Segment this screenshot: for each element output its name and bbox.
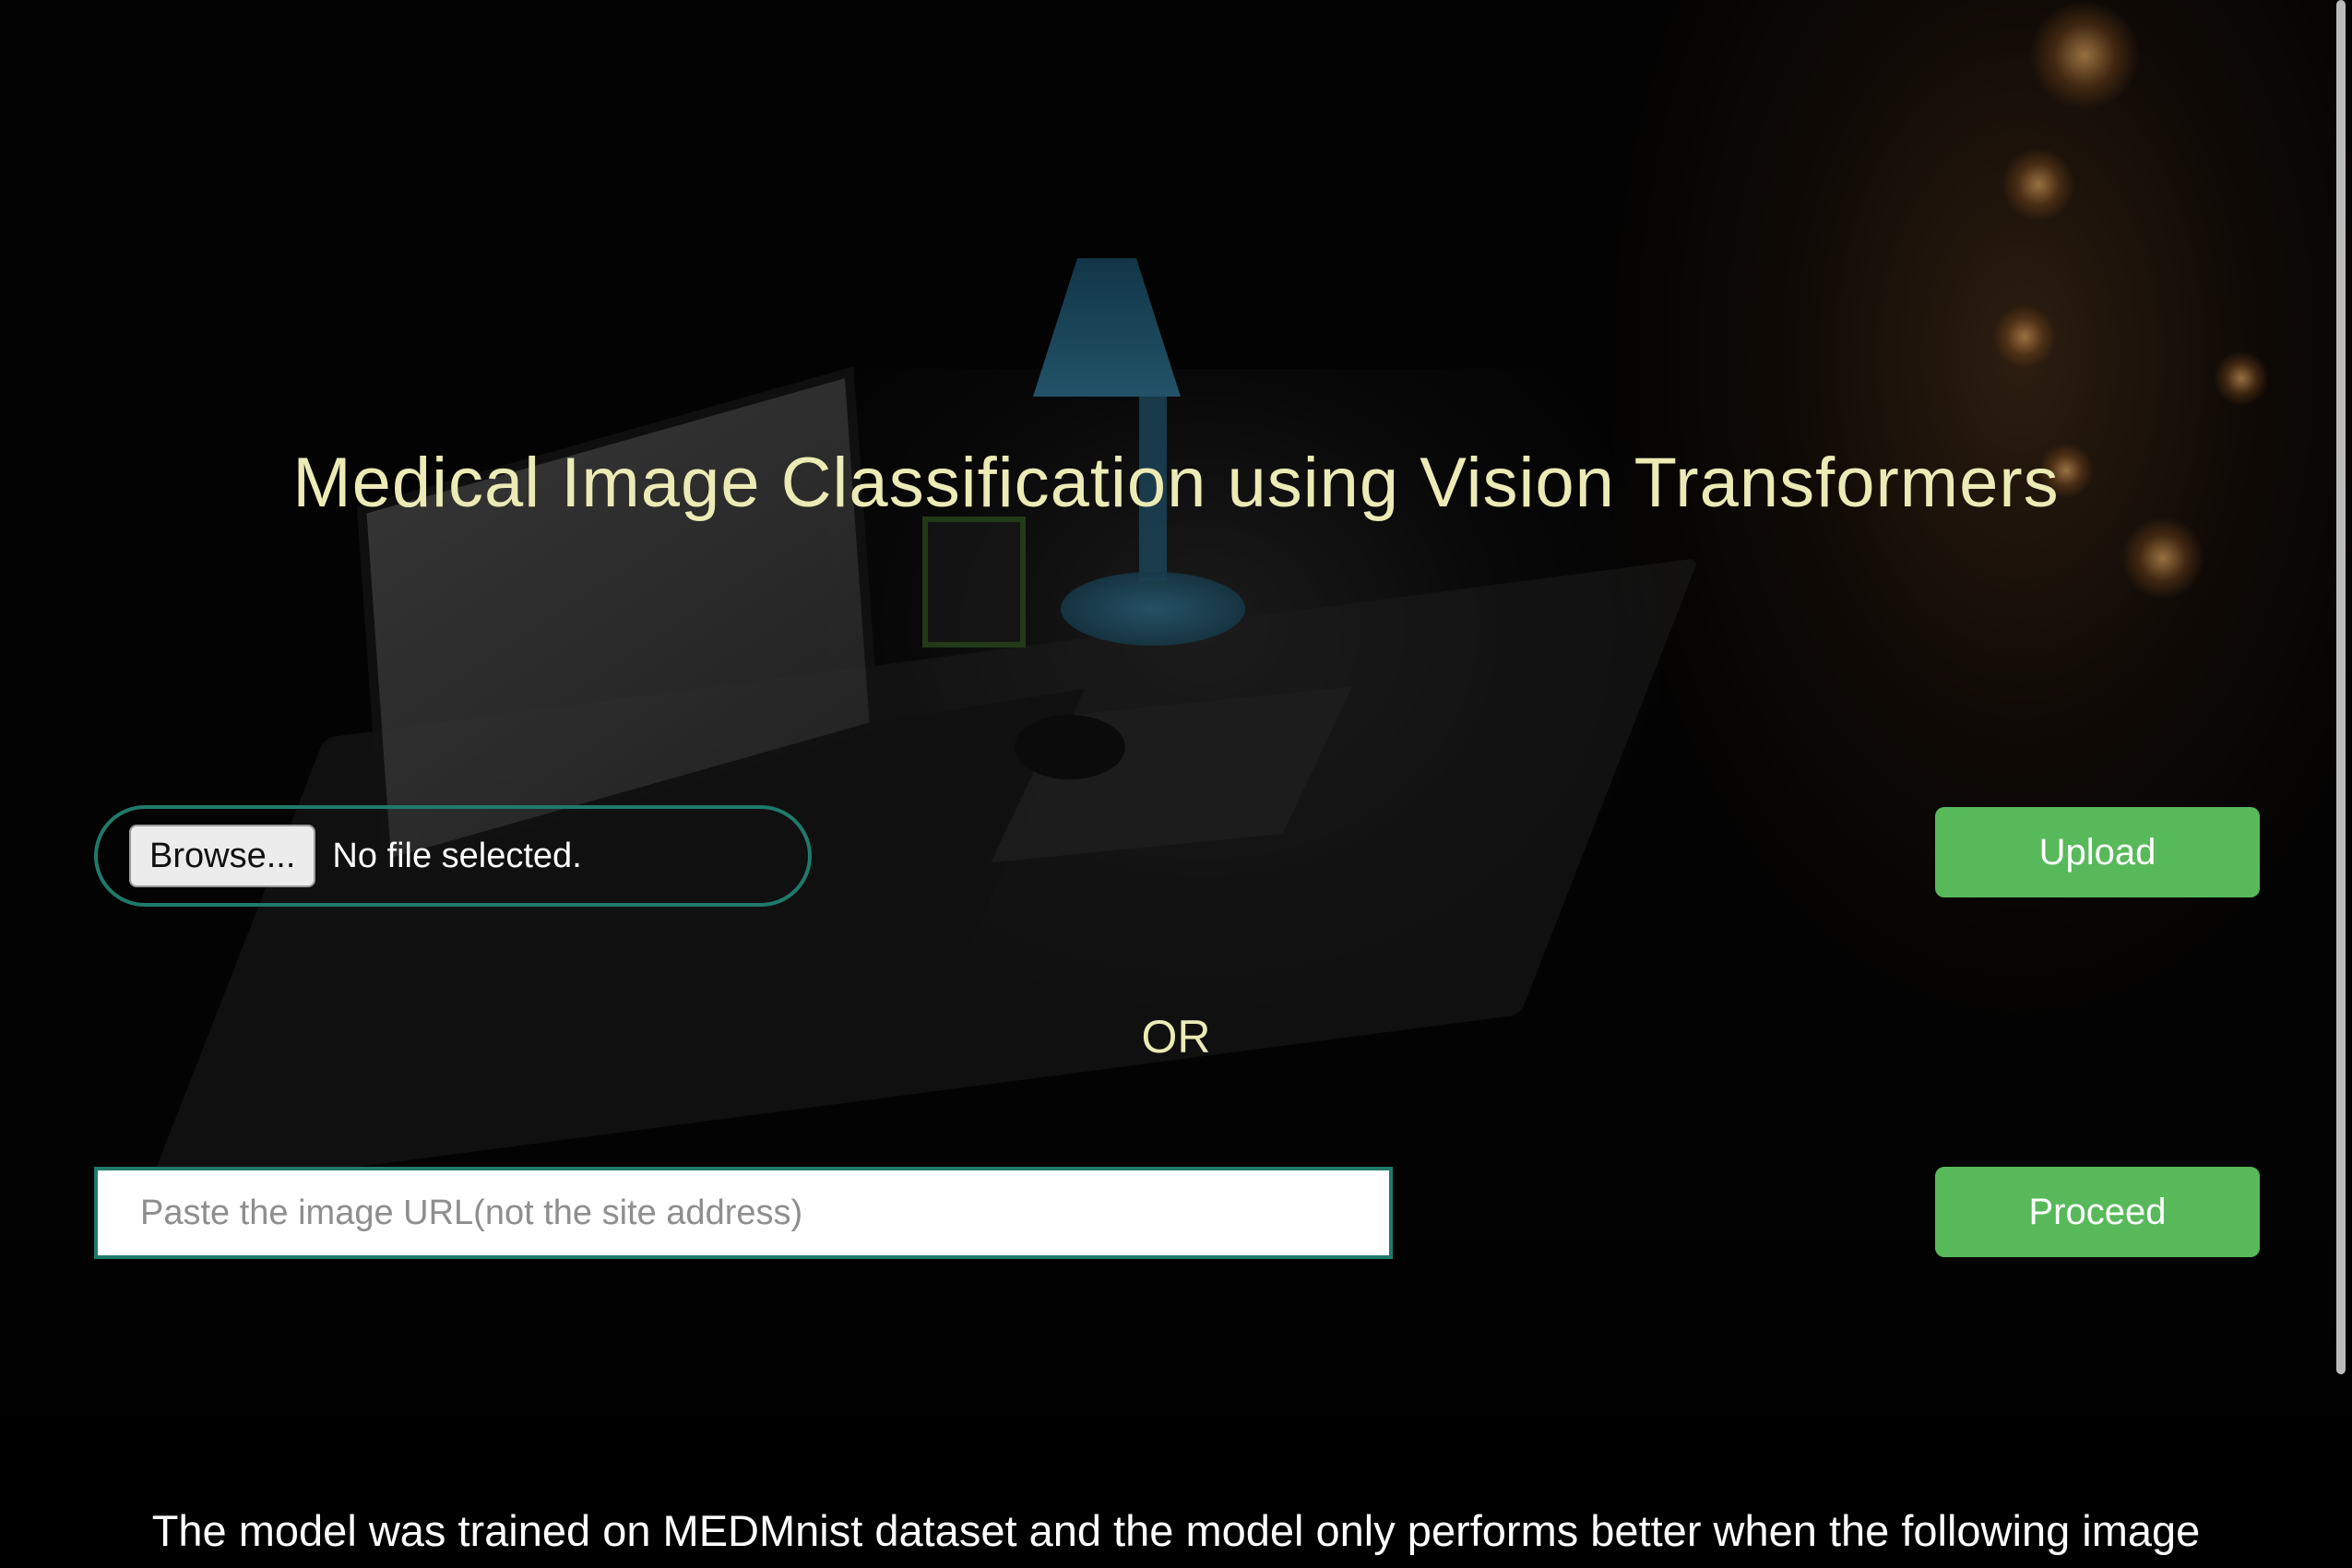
- proceed-button[interactable]: Proceed: [1935, 1167, 2260, 1257]
- or-divider-label: OR: [1141, 1011, 1211, 1063]
- page-scrollbar[interactable]: [2336, 0, 2346, 1374]
- browse-button[interactable]: Browse...: [129, 825, 316, 887]
- file-input[interactable]: Browse... No file selected.: [94, 805, 812, 907]
- background-image: [0, 0, 2352, 1568]
- page: Medical Image Classification using Visio…: [0, 0, 2352, 1568]
- model-description-text: The model was trained on MEDMnist datase…: [151, 1506, 2201, 1555]
- page-title: Medical Image Classification using Visio…: [292, 444, 2060, 522]
- file-status-text: No file selected.: [332, 836, 582, 875]
- image-url-input[interactable]: [94, 1167, 1393, 1259]
- upload-button[interactable]: Upload: [1935, 807, 2260, 897]
